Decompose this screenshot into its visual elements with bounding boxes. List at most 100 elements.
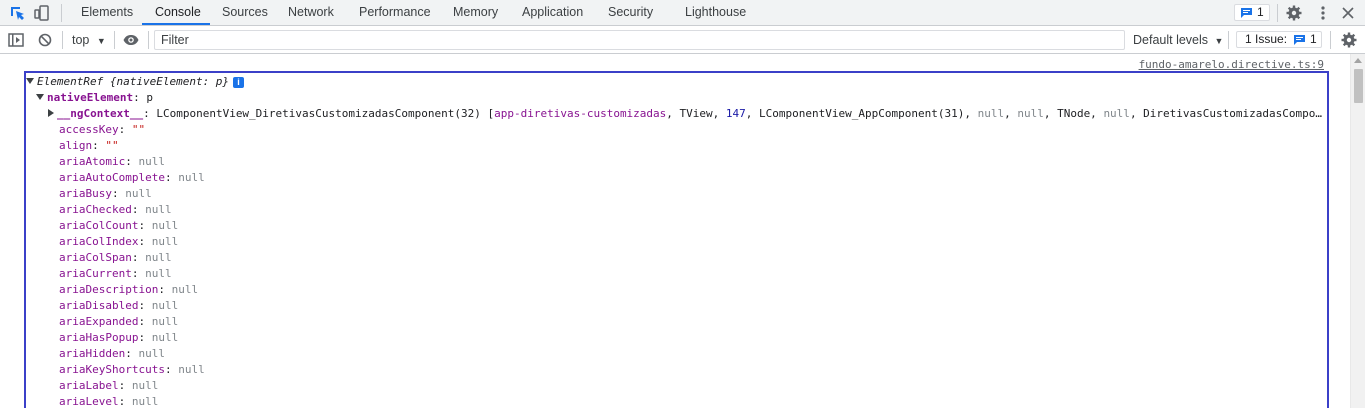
console-toolbar: top ▼ Default levels ▼ 1 Issue: 1	[0, 26, 1365, 54]
property-key: ariaHidden	[59, 347, 126, 360]
toolbar-divider	[1277, 4, 1278, 22]
tree-row-property[interactable]: ariaDisabled: null	[59, 298, 178, 314]
scrollbar-thumb[interactable]	[1354, 69, 1363, 103]
tree-row-property[interactable]: ariaColSpan: null	[59, 250, 172, 266]
console-settings-gear-icon[interactable]	[1340, 31, 1358, 49]
issues-button[interactable]: 1 Issue: 1	[1236, 31, 1322, 48]
tree-row-property[interactable]: ariaLevel: null	[59, 394, 158, 408]
tree-row-property[interactable]: ariaColCount: null	[59, 218, 178, 234]
property-value: null	[138, 155, 165, 168]
property-key: ariaCurrent	[59, 267, 132, 280]
tree-row-property[interactable]: ariaBusy: null	[59, 186, 152, 202]
console-scrollbar[interactable]	[1350, 54, 1365, 408]
device-toolbar-icon[interactable]	[33, 4, 51, 22]
clear-console-icon[interactable]	[36, 31, 54, 49]
property-value: null	[178, 363, 205, 376]
key-separator: :	[131, 267, 146, 280]
expand-triangle-icon[interactable]	[36, 94, 44, 100]
messages-count: 1	[1257, 5, 1264, 19]
property-value: null	[171, 283, 199, 296]
context-value-part: 147	[725, 107, 746, 120]
close-icon[interactable]	[1339, 4, 1357, 22]
tree-row-property[interactable]: align: ""	[59, 138, 119, 154]
key-separator: :	[118, 395, 132, 408]
tree-row-property[interactable]: ariaKeyShortcuts: null	[59, 362, 205, 378]
log-levels-label: Default levels	[1133, 33, 1209, 47]
tree-row-property[interactable]: ariaDescription: null	[59, 282, 198, 298]
property-key: accessKey	[59, 123, 119, 136]
tree-row-property[interactable]: ariaLabel: null	[59, 378, 158, 394]
property-value: null	[125, 187, 152, 200]
property-value: null	[131, 395, 159, 408]
context-value-part: , LComponentView_AppComponent(31),	[745, 107, 978, 120]
key-separator: :	[138, 219, 152, 232]
tree-row-property[interactable]: ariaHasPopup: null	[59, 330, 178, 346]
property-key: align	[59, 139, 93, 152]
show-sidebar-icon[interactable]	[7, 31, 25, 49]
property-key: ariaExpanded	[59, 315, 139, 328]
property-key: ariaColSpan	[59, 251, 132, 264]
message-icon	[1241, 8, 1252, 18]
property-value: null	[151, 331, 179, 344]
tree-row-ng-context[interactable]: __ngContext__: LComponentView_DiretivasC…	[48, 106, 1322, 122]
issues-label: 1 Issue:	[1245, 32, 1288, 46]
tree-row-property[interactable]: accessKey: ""	[59, 122, 145, 138]
tab-lighthouse[interactable]: Lighthouse	[685, 0, 746, 25]
tab-sources[interactable]: Sources	[222, 0, 268, 25]
property-key: ariaHasPopup	[59, 331, 139, 344]
expand-triangle-icon[interactable]	[26, 78, 34, 84]
tab-network[interactable]: Network	[288, 0, 334, 25]
context-selector[interactable]: top ▼	[72, 33, 106, 47]
property-key: ariaColIndex	[59, 235, 139, 248]
tree-row-property[interactable]: ariaHidden: null	[59, 346, 165, 362]
tree-row-property[interactable]: ariaColIndex: null	[59, 234, 178, 250]
source-link[interactable]: fundo-amarelo.directive.ts:9	[1139, 58, 1324, 71]
property-value: null	[178, 171, 205, 184]
messages-badge[interactable]: 1	[1234, 4, 1270, 21]
toolbar-divider	[1330, 31, 1331, 49]
tree-row-property[interactable]: ariaAtomic: null	[59, 154, 165, 170]
tree-row-property[interactable]: ariaChecked: null	[59, 202, 172, 218]
property-value: null	[131, 379, 159, 392]
tree-row-property[interactable]: ariaAutoComplete: null	[59, 170, 205, 186]
property-value: ""	[131, 123, 146, 136]
property-key: ariaLevel	[59, 395, 119, 408]
property-value: null	[145, 267, 172, 280]
toolbar-divider	[148, 31, 149, 49]
inspect-element-icon[interactable]	[8, 4, 26, 22]
tab-memory[interactable]: Memory	[453, 0, 498, 25]
settings-gear-icon[interactable]	[1285, 4, 1303, 22]
filter-input[interactable]	[154, 30, 1125, 50]
key-separator: :	[118, 123, 132, 136]
tree-row-property[interactable]: ariaCurrent: null	[59, 266, 172, 282]
live-expression-eye-icon[interactable]	[122, 31, 140, 49]
tab-performance[interactable]: Performance	[359, 0, 431, 25]
active-tab-indicator	[142, 23, 210, 25]
tab-console[interactable]: Console	[155, 0, 201, 25]
context-value-part: null	[1017, 107, 1044, 120]
key-separator: :	[164, 171, 179, 184]
scroll-up-arrow-icon[interactable]	[1354, 58, 1362, 63]
property-key: ariaChecked	[59, 203, 132, 216]
context-value-part: null	[977, 107, 1005, 120]
more-options-icon[interactable]	[1314, 4, 1332, 22]
tab-elements[interactable]: Elements	[81, 0, 133, 25]
tree-row-property[interactable]: ariaExpanded: null	[59, 314, 178, 330]
chevron-down-icon: ▼	[96, 36, 106, 46]
tab-application[interactable]: Application	[522, 0, 583, 25]
object-header[interactable]: ElementRef {nativeElement: p} i	[26, 74, 245, 90]
context-value-part: null	[1103, 107, 1130, 120]
chevron-down-icon: ▼	[1214, 36, 1224, 46]
console-output: fundo-amarelo.directive.ts:9 ElementRef …	[0, 54, 1350, 408]
property-value: null	[138, 347, 165, 360]
info-icon: i	[233, 76, 245, 88]
key-separator: :	[164, 363, 179, 376]
property-key: ariaDescription	[59, 283, 159, 296]
collapsed-triangle-icon[interactable]	[48, 109, 54, 117]
toolbar-divider	[62, 31, 63, 49]
tab-security[interactable]: Security	[608, 0, 653, 25]
tree-row-native-element[interactable]: nativeElement: p	[36, 90, 153, 106]
context-value-part: , TView,	[666, 107, 726, 120]
log-levels-dropdown[interactable]: Default levels ▼	[1133, 33, 1223, 47]
property-value: null	[145, 251, 172, 264]
